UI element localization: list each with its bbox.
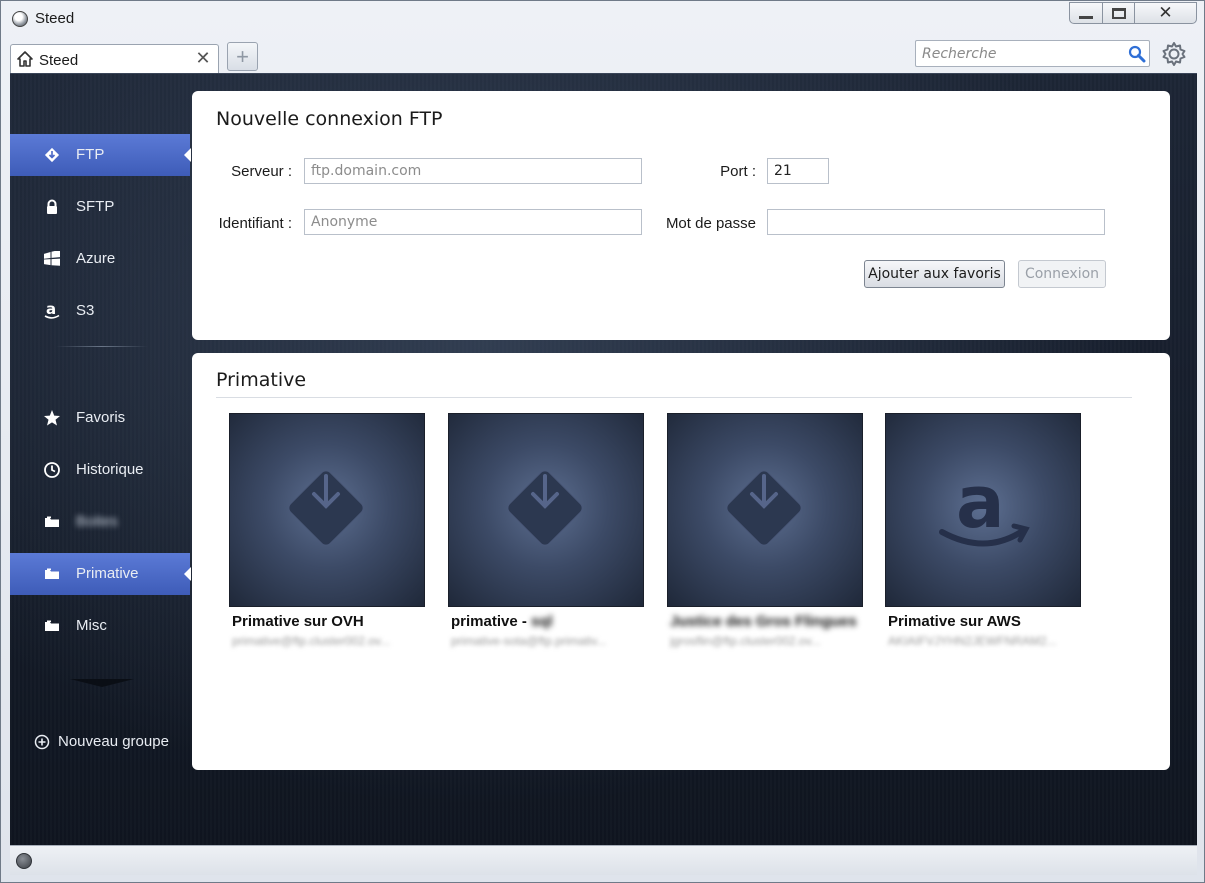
svg-text:a: a bbox=[956, 460, 1005, 544]
bookmark-tile[interactable]: Primative sur OVH primative@ftp.cluster0… bbox=[229, 413, 425, 653]
bookmark-name: primative - sql bbox=[451, 613, 553, 630]
tab-close-icon[interactable]: ✕ bbox=[193, 48, 213, 69]
sidebar-divider bbox=[56, 346, 148, 347]
bookmark-name: Primative sur OVH bbox=[232, 613, 364, 630]
group-title-rule bbox=[216, 397, 1132, 398]
maximize-icon bbox=[1111, 7, 1126, 19]
sidebar-item-ftp[interactable]: FTP bbox=[10, 134, 190, 176]
bookmark-subtitle: jgrosflin@ftp.cluster002.ov... bbox=[670, 634, 821, 648]
bookmark-tile[interactable]: a Primative sur AWS AKIAIFVJYHN2JEWFNRAM… bbox=[885, 413, 1081, 653]
folder-icon bbox=[43, 565, 61, 583]
steed-app-icon bbox=[12, 11, 28, 27]
password-input[interactable] bbox=[767, 209, 1105, 235]
search-icon[interactable] bbox=[1128, 45, 1146, 63]
group-title: Primative bbox=[216, 369, 307, 391]
folder-icon bbox=[43, 513, 61, 531]
status-bar bbox=[10, 845, 1197, 875]
windows-icon bbox=[43, 250, 61, 268]
bookmark-thumbnail[interactable]: a bbox=[885, 413, 1081, 607]
sidebar-item-label: FTP bbox=[76, 146, 105, 163]
sidebar-item-label: Favoris bbox=[76, 409, 126, 426]
window-controls: ✕ bbox=[1069, 2, 1199, 24]
title-bar: Steed ✕ bbox=[1, 1, 1204, 37]
bookmark-subtitle: primative-sota@ftp.primativ... bbox=[451, 634, 607, 648]
add-tab-button[interactable]: + bbox=[227, 42, 258, 71]
sidebar-item-sftp[interactable]: SFTP bbox=[10, 186, 190, 228]
lock-icon bbox=[43, 198, 61, 216]
sidebar-item-azure[interactable]: Azure bbox=[10, 238, 190, 280]
bookmark-name: Primative sur AWS bbox=[888, 613, 1021, 630]
login-label: Identifiant : bbox=[218, 215, 292, 232]
new-group-label: Nouveau groupe bbox=[58, 733, 169, 750]
bookmark-subtitle: primative@ftp.cluster002.ov... bbox=[232, 634, 391, 648]
gear-icon[interactable] bbox=[1161, 41, 1187, 67]
sidebar-item-group-blurred[interactable]: Boites bbox=[10, 501, 190, 543]
tab-label: Steed bbox=[39, 52, 79, 69]
svg-text:a: a bbox=[46, 302, 56, 318]
add-circle-icon bbox=[34, 734, 50, 750]
server-input[interactable] bbox=[304, 158, 642, 184]
sidebar-scroll-down-icon[interactable] bbox=[70, 679, 134, 687]
sidebar-item-historique[interactable]: Historique bbox=[10, 449, 190, 491]
connect-button[interactable]: Connexion bbox=[1018, 260, 1106, 288]
ftp-connection-panel: Nouvelle connexion FTP Serveur : Port : … bbox=[192, 91, 1170, 340]
bookmark-tile[interactable]: Justice des Gros Flingues jgrosflin@ftp.… bbox=[667, 413, 863, 653]
port-input[interactable] bbox=[767, 158, 829, 184]
plus-icon: + bbox=[236, 43, 249, 69]
sidebar-item-label: SFTP bbox=[76, 198, 115, 215]
main-content: FTP SFTP Azure a S3 Favoris Historique B… bbox=[10, 73, 1197, 845]
search-box bbox=[915, 40, 1150, 67]
sidebar-item-label: Misc bbox=[76, 617, 107, 634]
ftp-panel-title: Nouvelle connexion FTP bbox=[216, 108, 443, 130]
bookmark-thumbnail[interactable] bbox=[448, 413, 644, 607]
add-to-favorites-button[interactable]: Ajouter aux favoris bbox=[864, 260, 1005, 288]
search-input[interactable] bbox=[920, 43, 1120, 64]
bookmark-thumbnail[interactable] bbox=[667, 413, 863, 607]
app-window: Steed ✕ Steed ✕ + Recherche FTP SFTP Azu… bbox=[0, 0, 1205, 883]
folder-icon bbox=[43, 617, 61, 635]
star-icon bbox=[43, 409, 61, 427]
ftp-download-icon bbox=[726, 470, 802, 546]
status-indicator-icon bbox=[16, 853, 32, 869]
new-group-button[interactable]: Nouveau groupe bbox=[34, 731, 194, 753]
ftp-diamond-icon bbox=[43, 146, 61, 164]
bookmark-subtitle: AKIAIFVJYHN2JEWFNRAM2... bbox=[888, 634, 1057, 648]
server-label: Serveur : bbox=[231, 163, 292, 180]
ftp-download-icon bbox=[288, 470, 364, 546]
maximize-button[interactable] bbox=[1103, 2, 1135, 24]
group-panel: Primative Primative sur OVH primative@ft… bbox=[192, 353, 1170, 770]
sidebar-item-misc[interactable]: Misc bbox=[10, 605, 190, 647]
sidebar-item-primative[interactable]: Primative bbox=[10, 553, 190, 595]
bookmark-name: Justice des Gros Flingues bbox=[670, 613, 857, 630]
login-input[interactable] bbox=[304, 209, 642, 235]
password-label: Mot de passe bbox=[665, 215, 756, 232]
sidebar-item-s3[interactable]: a S3 bbox=[10, 290, 190, 332]
port-label: Port : bbox=[720, 163, 756, 180]
bookmark-tile[interactable]: primative - sql primative-sota@ftp.prima… bbox=[448, 413, 644, 653]
close-icon: ✕ bbox=[1158, 3, 1173, 22]
tab-steed[interactable]: Steed ✕ bbox=[10, 44, 219, 74]
sidebar-item-favoris[interactable]: Favoris bbox=[10, 397, 190, 439]
clock-icon bbox=[43, 461, 61, 479]
sidebar: FTP SFTP Azure a S3 Favoris Historique B… bbox=[10, 74, 192, 846]
sidebar-item-label: Historique bbox=[76, 461, 144, 478]
minimize-icon bbox=[1079, 15, 1093, 19]
sidebar-item-label: Boites bbox=[76, 513, 118, 530]
amazon-logo-icon: a bbox=[939, 460, 1030, 547]
sidebar-item-label: S3 bbox=[76, 302, 95, 319]
bookmark-thumbnail[interactable] bbox=[229, 413, 425, 607]
window-title: Steed bbox=[35, 10, 75, 27]
close-window-button[interactable]: ✕ bbox=[1135, 2, 1197, 24]
amazon-icon: a bbox=[43, 302, 61, 320]
ftp-download-icon bbox=[507, 470, 583, 546]
sidebar-item-label: Azure bbox=[76, 250, 116, 267]
minimize-button[interactable] bbox=[1069, 2, 1103, 24]
sidebar-item-label: Primative bbox=[76, 565, 139, 582]
home-icon bbox=[17, 51, 33, 67]
